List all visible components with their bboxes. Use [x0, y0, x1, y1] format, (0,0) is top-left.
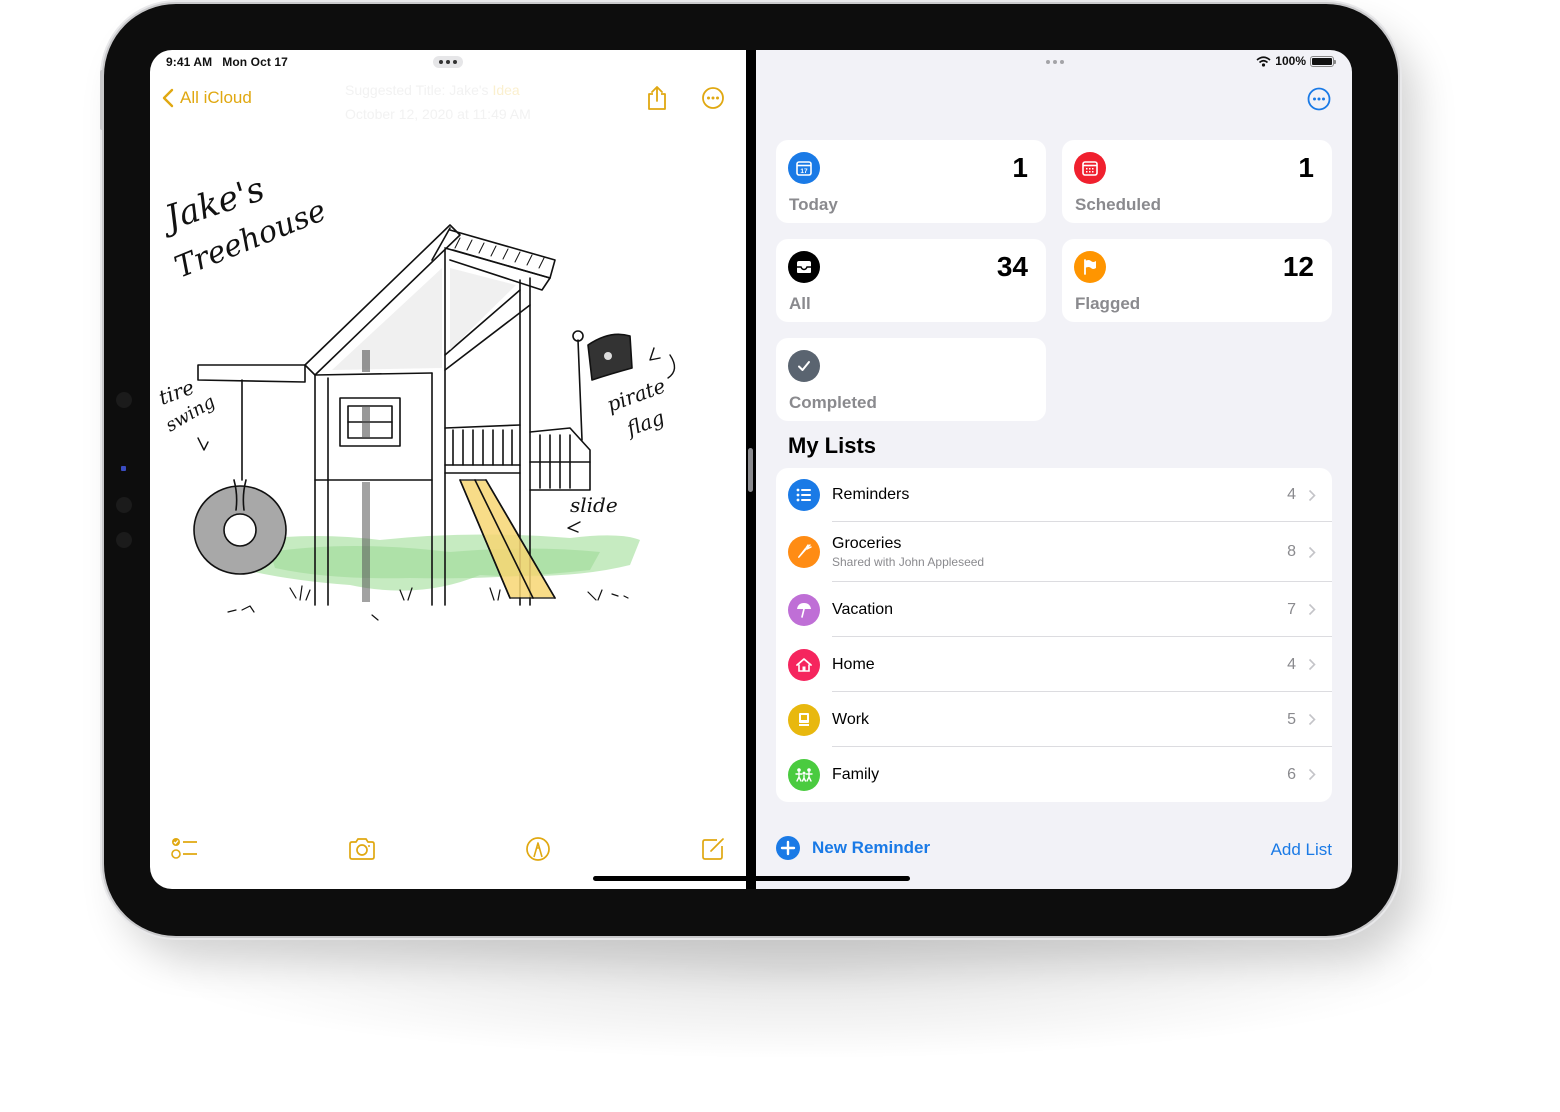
chevron-right-icon: [1308, 603, 1316, 616]
list-item-groceries[interactable]: Groceries Shared with John Appleseed 8: [776, 522, 1332, 582]
calendar-today-icon: 17: [788, 152, 820, 184]
more-button[interactable]: [699, 84, 727, 112]
status-bar-right: 100%: [1256, 54, 1336, 68]
treehouse-sketch: Jake's Treehouse tire swing pirate flag …: [155, 169, 676, 621]
list-bullet-icon: [788, 479, 820, 511]
list-item-home[interactable]: Home 4: [776, 637, 1332, 692]
markup-icon: [526, 837, 550, 861]
back-label: All iCloud: [180, 88, 252, 107]
list-count: 7: [1287, 600, 1296, 618]
sensor: [116, 532, 132, 548]
list-name: Vacation: [832, 600, 894, 618]
camera-icon: [349, 838, 375, 860]
label: Completed: [789, 393, 877, 412]
desktop-icon: [788, 703, 820, 736]
label: Today: [789, 195, 838, 214]
plus-circle-icon: [776, 836, 800, 860]
chevron-right-icon: [1308, 713, 1316, 726]
multitasking-handle[interactable]: [433, 56, 463, 68]
count: 12: [1282, 251, 1314, 282]
count: 34: [996, 251, 1028, 282]
suggested-title: Suggested Title: Jake's Idea: [345, 82, 520, 98]
people-icon: [788, 758, 820, 791]
notes-toolbar: [150, 834, 746, 868]
calendar-scheduled-icon: [1074, 152, 1106, 184]
my-lists: Reminders 4 Groceries Shared with John A…: [776, 468, 1332, 802]
sensor: [116, 392, 132, 408]
my-lists-heading: My Lists: [788, 433, 877, 458]
list-count: 4: [1287, 486, 1296, 503]
list-name: Home: [832, 655, 875, 673]
battery-percent: 100%: [1275, 54, 1306, 68]
new-reminder-label: New Reminder: [812, 838, 931, 857]
list-item-family[interactable]: Family 6: [776, 747, 1332, 802]
list-item-work[interactable]: Work 5: [776, 692, 1332, 747]
compose-button[interactable]: [698, 834, 728, 864]
checklist-icon: [171, 838, 197, 859]
label: Scheduled: [1075, 195, 1161, 214]
smart-list-flagged[interactable]: 12 Flagged: [1062, 239, 1332, 322]
list-subtitle: Shared with John Appleseed: [832, 555, 985, 569]
wifi-icon: [1256, 55, 1271, 67]
list-count: 4: [1287, 655, 1296, 673]
add-list-button[interactable]: Add List: [1271, 840, 1332, 860]
status-bar-left: 9:41 AM Mon Oct 17: [166, 55, 288, 69]
svg-text:17: 17: [800, 168, 808, 175]
status-date: Mon Oct 17: [222, 55, 288, 69]
chevron-right-icon: [1308, 546, 1316, 558]
sketch-label-slide: slide: [570, 493, 618, 517]
top-button: [100, 70, 104, 130]
list-name: Reminders: [832, 486, 910, 503]
screen: 9:41 AM Mon Oct 17 All iCloud Suggested T…: [150, 50, 1352, 889]
list-name: Work: [832, 710, 870, 728]
list-name: Family: [832, 765, 880, 783]
split-view-handle[interactable]: [748, 448, 753, 492]
markup-button[interactable]: [523, 834, 553, 864]
smart-list-completed[interactable]: Completed: [776, 338, 1046, 421]
ellipsis-circle-icon[interactable]: [1306, 86, 1332, 112]
count: 1: [1298, 152, 1314, 183]
battery-icon: [1310, 55, 1336, 67]
list-count: 5: [1287, 710, 1296, 728]
smart-list-all[interactable]: 34 All: [776, 239, 1046, 322]
tray-icon: [788, 251, 820, 283]
ellipsis-circle-icon: [702, 87, 724, 109]
multitasking-handle[interactable]: [1040, 56, 1070, 68]
note-date: October 12, 2020 at 11:49 AM: [345, 106, 531, 122]
flag-icon: [1074, 251, 1106, 283]
sensor: [116, 497, 132, 513]
back-button[interactable]: All iCloud: [162, 88, 252, 108]
chevron-right-icon: [1308, 658, 1316, 671]
new-reminder-button[interactable]: New Reminder: [776, 836, 930, 860]
house-icon: [788, 648, 820, 681]
share-icon: [648, 86, 666, 110]
carrot-icon: [788, 536, 820, 568]
smart-list-scheduled[interactable]: 1 Scheduled: [1062, 140, 1332, 223]
camera-lens: [121, 466, 126, 471]
umbrella-icon: [788, 593, 820, 626]
count: 1: [1012, 152, 1028, 183]
share-button[interactable]: [643, 84, 671, 112]
label: Flagged: [1075, 294, 1141, 313]
list-name: Groceries: [832, 535, 902, 552]
home-indicator[interactable]: [593, 876, 910, 881]
checkmark-icon: [788, 350, 820, 382]
notes-app: 9:41 AM Mon Oct 17 All iCloud Suggested T…: [150, 50, 746, 889]
list-count: 8: [1287, 543, 1296, 560]
list-count: 6: [1287, 765, 1296, 783]
reminders-app: 100% 17 1 Today 1 Scheduled 34 All 12 Fl…: [756, 50, 1352, 889]
label: All: [789, 294, 811, 313]
list-item-vacation[interactable]: Vacation 7: [776, 582, 1332, 637]
compose-icon: [702, 838, 724, 860]
checklist-button[interactable]: [170, 834, 200, 864]
smart-list-today[interactable]: 17 1 Today: [776, 140, 1046, 223]
camera-button[interactable]: [347, 834, 377, 864]
list-item-reminders[interactable]: Reminders 4: [776, 468, 1332, 522]
status-time: 9:41 AM: [166, 55, 213, 69]
chevron-right-icon: [1308, 768, 1316, 781]
chevron-right-icon: [1308, 489, 1316, 501]
chevron-left-icon: [162, 88, 174, 108]
